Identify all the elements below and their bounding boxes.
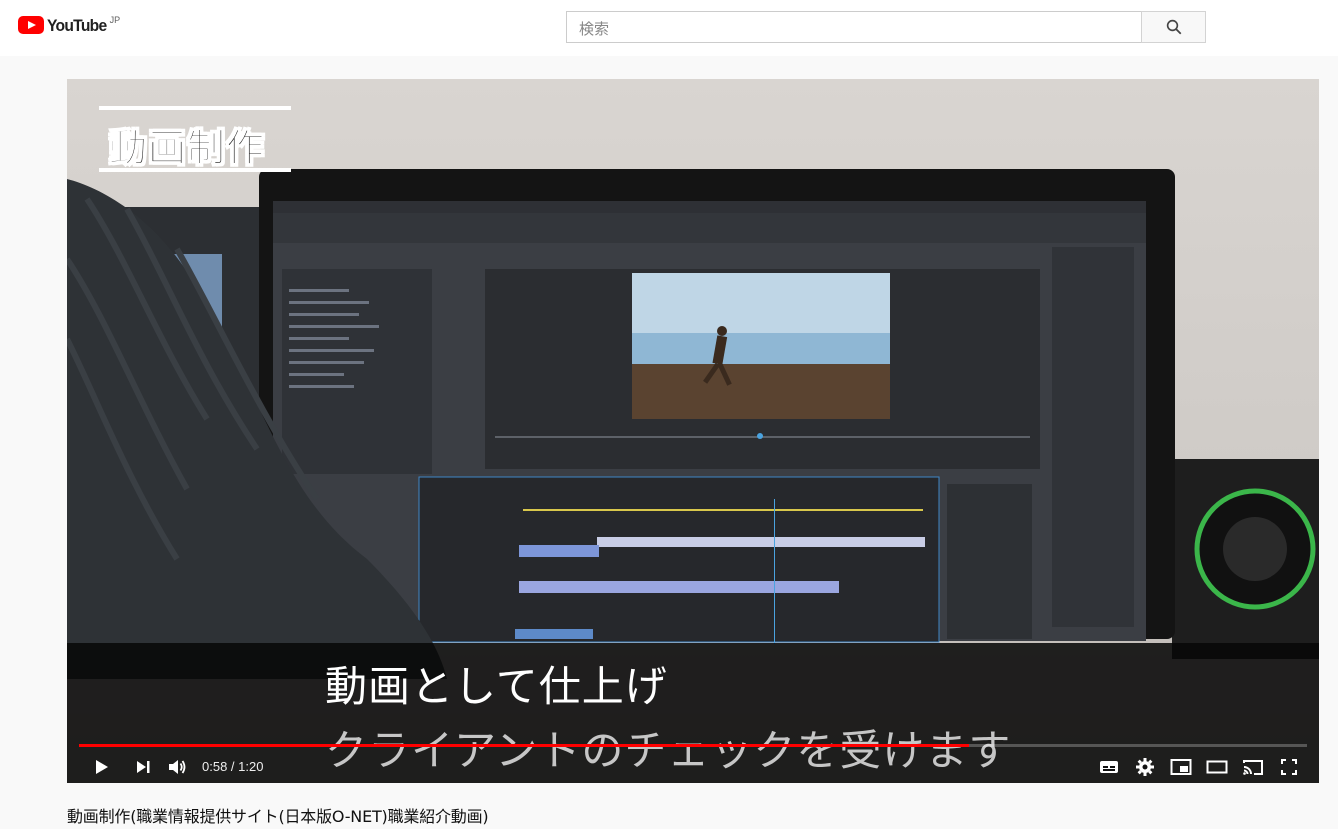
title-card-top-rule xyxy=(99,106,291,110)
masthead: YouTube JP 検索 xyxy=(0,0,1338,56)
next-icon xyxy=(137,761,150,773)
subtitle-line-1: 動画として仕上げ xyxy=(325,662,668,711)
search-input[interactable]: 検索 xyxy=(566,11,1142,43)
subtitles-button[interactable] xyxy=(1097,755,1121,779)
youtube-logo[interactable]: YouTube JP xyxy=(18,16,120,35)
progress-bar[interactable] xyxy=(79,744,1307,747)
video-frame[interactable]: 動画制作 動画として仕上げ クライアントのチェックを受けます xyxy=(67,79,1319,783)
youtube-play-logo-icon xyxy=(18,16,44,34)
title-card: 動画制作 xyxy=(99,106,291,172)
logo-text: YouTube xyxy=(47,16,107,35)
miniplayer-icon xyxy=(1170,759,1192,775)
volume-icon xyxy=(169,760,186,774)
player-controls: 0:58 / 1:20 xyxy=(67,751,1319,783)
video-title: 動画制作(職業情報提供サイト(日本版O-NET)職業紹介動画) xyxy=(67,807,489,826)
search-placeholder: 検索 xyxy=(579,21,610,38)
miniplayer-button[interactable] xyxy=(1169,755,1193,779)
theater-mode-icon xyxy=(1206,760,1228,774)
settings-icon xyxy=(1136,758,1154,776)
fullscreen-icon xyxy=(1281,759,1297,775)
cast-icon xyxy=(1243,760,1263,775)
search-button[interactable] xyxy=(1141,11,1206,43)
settings-button[interactable] xyxy=(1133,755,1157,779)
search-icon xyxy=(1166,19,1181,35)
title-card-bottom-rule xyxy=(99,168,291,172)
logo-country-code: JP xyxy=(109,15,121,25)
volume-button[interactable] xyxy=(165,755,189,779)
subtitles-icon xyxy=(1100,761,1118,773)
play-button[interactable] xyxy=(89,755,113,779)
next-button[interactable] xyxy=(131,755,155,779)
video-player[interactable]: 動画制作 動画として仕上げ クライアントのチェックを受けます 0:58 / 1:… xyxy=(67,79,1319,783)
title-card-text: 動画制作 xyxy=(108,126,266,171)
cast-button[interactable] xyxy=(1241,755,1265,779)
time-display: 0:58 / 1:20 xyxy=(202,759,264,774)
fullscreen-button[interactable] xyxy=(1277,755,1301,779)
theater-mode-button[interactable] xyxy=(1205,755,1229,779)
progress-played xyxy=(79,744,970,747)
play-icon xyxy=(96,760,108,774)
